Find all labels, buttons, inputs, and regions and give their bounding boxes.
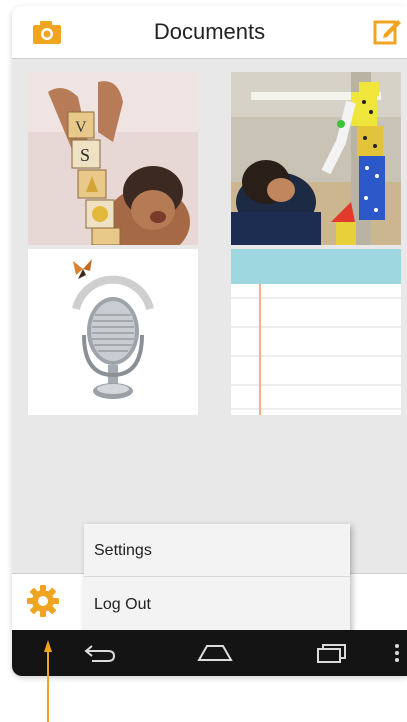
popup-menu: Settings Log Out bbox=[84, 524, 350, 632]
camera-icon[interactable] bbox=[30, 18, 64, 46]
photo-thumbnail: V S bbox=[28, 72, 198, 245]
system-navigation-bar bbox=[12, 630, 407, 676]
recents-icon[interactable] bbox=[312, 640, 352, 666]
arrow-pointer-icon bbox=[44, 640, 52, 722]
device-screen: Documents V S Settings Log Out bbox=[12, 6, 407, 676]
document-thumbnail[interactable] bbox=[231, 249, 401, 415]
audio-thumbnail bbox=[28, 249, 198, 415]
svg-text:S: S bbox=[80, 145, 90, 165]
photo-thumbnail bbox=[231, 72, 401, 245]
home-icon[interactable] bbox=[193, 640, 237, 666]
gear-icon[interactable] bbox=[26, 584, 60, 618]
document-thumbnail[interactable] bbox=[28, 249, 198, 415]
document-thumbnail[interactable] bbox=[231, 72, 401, 245]
more-icon[interactable] bbox=[392, 640, 402, 666]
document-thumbnail[interactable]: V S bbox=[28, 72, 198, 245]
svg-text:V: V bbox=[75, 119, 87, 136]
top-bar: Documents bbox=[12, 6, 407, 59]
document-grid: V S bbox=[12, 59, 407, 573]
menu-item-logout[interactable]: Log Out bbox=[84, 578, 350, 631]
page-title: Documents bbox=[153, 19, 266, 44]
note-thumbnail bbox=[231, 249, 401, 415]
compose-icon[interactable] bbox=[372, 16, 402, 46]
back-icon[interactable] bbox=[80, 640, 120, 666]
menu-item-settings[interactable]: Settings bbox=[84, 524, 350, 577]
